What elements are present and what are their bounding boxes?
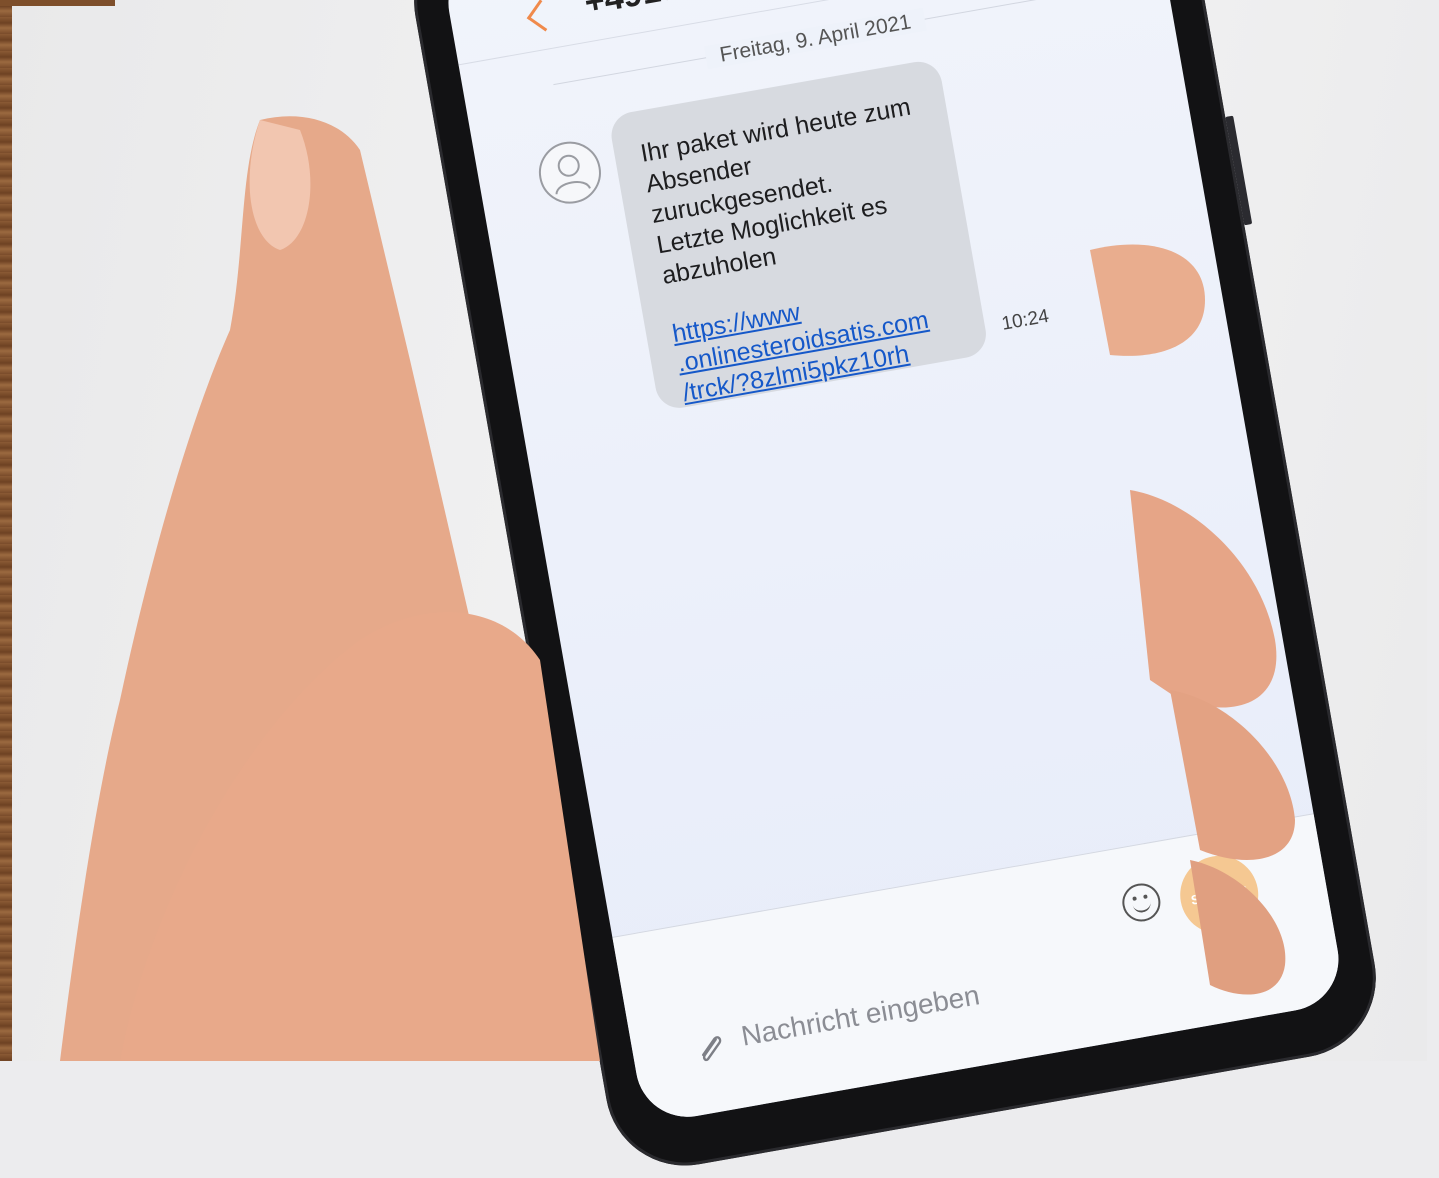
hand-front <box>120 244 1295 1061</box>
